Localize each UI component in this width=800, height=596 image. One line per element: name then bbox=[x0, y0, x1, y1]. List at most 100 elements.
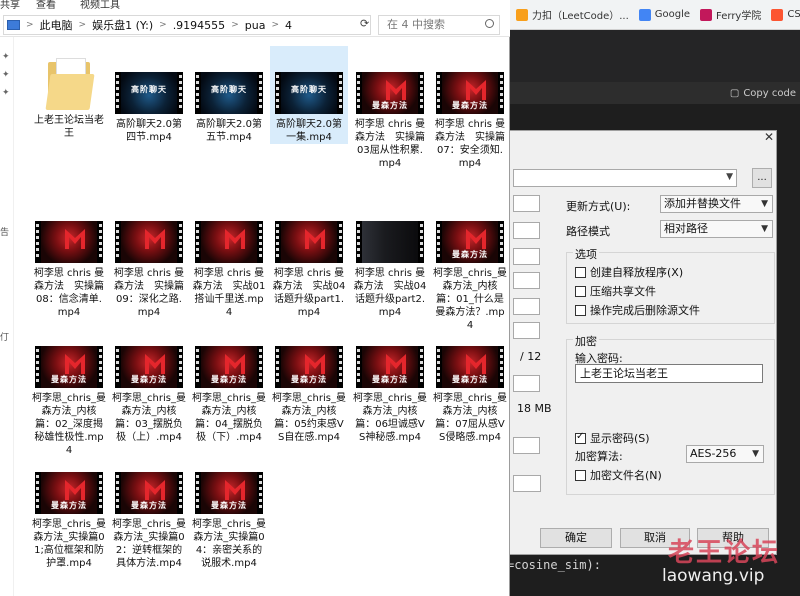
video-file-item[interactable]: 高阶聊天 高阶聊天2.0第四节.mp4 bbox=[110, 46, 188, 144]
navigation-pane[interactable]: ✦ ✦ ✦ 告 仃 bbox=[0, 37, 14, 596]
editor-header bbox=[510, 30, 800, 82]
video-thumbnail: 曼森方法 bbox=[436, 221, 504, 263]
video-file-item[interactable]: 曼森方法 柯李思_chris_曼森方法_内核篇：06坦诚感VS神秘感.mp4 bbox=[351, 320, 429, 444]
code-line: =cosine_sim): bbox=[507, 558, 601, 572]
file-name: 柯李思_chris_曼森方法_内核篇：06坦诚感VS神秘感.mp4 bbox=[353, 393, 427, 443]
breadcrumb-item[interactable]: 娱乐盘1 (Y:) bbox=[92, 17, 153, 33]
breadcrumb-item[interactable]: 此电脑 bbox=[40, 17, 73, 33]
ok-button[interactable]: 确定 bbox=[540, 528, 612, 548]
video-file-item[interactable]: 柯李思 chris 曼森方法 实操篇08：信念清单.mp4 bbox=[30, 195, 108, 319]
file-name: 高阶聊天2.0第五节.mp4 bbox=[196, 119, 262, 143]
archive-path-field[interactable]: ▼ bbox=[513, 169, 737, 187]
options-title: 选项 bbox=[573, 246, 599, 262]
close-icon[interactable]: ✕ bbox=[764, 130, 774, 144]
video-file-item[interactable]: 高阶聊天 高阶聊天2.0第五节.mp4 bbox=[190, 46, 268, 144]
video-thumbnail: 曼森方法 bbox=[35, 346, 103, 388]
params-field[interactable] bbox=[513, 475, 541, 492]
encrypt-names-checkbox[interactable]: 加密文件名(N) bbox=[575, 467, 662, 483]
tab-video-tools[interactable]: 视频工具 bbox=[80, 0, 120, 9]
video-file-item[interactable]: 柯李思 chris 曼森方法 实战04话题升级part1.mp4 bbox=[270, 195, 348, 319]
video-file-item[interactable]: 曼森方法 柯李思_chris_曼森方法_内核篇：01_什么是曼森方法？.mp4 bbox=[431, 195, 509, 332]
path-mode-select[interactable]: 相对路径 ▼ bbox=[660, 220, 773, 238]
algorithm-label: 加密算法: bbox=[575, 450, 623, 463]
encryption-title: 加密 bbox=[573, 333, 599, 349]
video-thumbnail bbox=[195, 221, 263, 263]
video-file-item[interactable]: 曼森方法 柯李思 chris 曼森方法 实操篇07：安全须知.mp4 bbox=[431, 46, 509, 170]
search-icon bbox=[485, 19, 494, 28]
file-name: 柯李思 chris 曼森方法 实操篇07：安全须知.mp4 bbox=[434, 119, 506, 169]
update-mode-select[interactable]: 添加并替换文件 ▼ bbox=[660, 195, 773, 213]
breadcrumb[interactable]: > 此电脑 > 娱乐盘1 (Y:) > .9194555 > pua > 4 bbox=[3, 15, 371, 35]
bookmark-item[interactable]: 力扣（LeetCode）... bbox=[516, 7, 629, 22]
video-file-item[interactable]: 曼森方法 柯李思_chris_曼森方法_实操篇02：逆转框架的具体方法.mp4 bbox=[110, 446, 188, 570]
chevron-down-icon: ▼ bbox=[752, 449, 759, 459]
bookmark-item[interactable]: Google bbox=[638, 8, 690, 21]
breadcrumb-item[interactable]: pua bbox=[245, 19, 266, 32]
video-file-item[interactable]: 高阶聊天高阶聊天2.0第一集.mp4 bbox=[270, 46, 348, 144]
bookmark-item[interactable]: Ferry学院 bbox=[700, 7, 761, 22]
video-thumbnail bbox=[115, 221, 183, 263]
breadcrumb-item[interactable]: 4 bbox=[285, 19, 292, 32]
thread-count: / 12 bbox=[520, 350, 542, 363]
bookmark-item[interactable]: CSDN bbox=[771, 8, 800, 21]
shared-files-checkbox[interactable]: 压缩共享文件 bbox=[575, 283, 656, 299]
nav-item-fragment[interactable]: 仃 bbox=[0, 330, 9, 343]
refresh-icon[interactable]: ⟳ bbox=[360, 17, 369, 30]
file-name: 柯李思_chris_曼森方法_内核篇：03_摆脱负极（上）.mp4 bbox=[112, 393, 186, 443]
browse-button[interactable]: ... bbox=[752, 168, 772, 188]
video-thumbnail: 曼森方法 bbox=[35, 472, 103, 514]
video-thumbnail: 曼森方法 bbox=[275, 346, 343, 388]
sfx-checkbox[interactable]: 创建自释放程序(X) bbox=[575, 264, 683, 280]
chevron-down-icon: ▼ bbox=[761, 199, 768, 209]
google-icon bbox=[638, 8, 651, 21]
tab-view[interactable]: 查看 bbox=[36, 0, 56, 9]
format-select[interactable] bbox=[513, 195, 540, 212]
video-file-item[interactable]: 柯李思 chris 曼森方法 实操篇09：深化之路.mp4 bbox=[110, 195, 188, 319]
block-select[interactable] bbox=[513, 298, 540, 315]
dict-select[interactable] bbox=[513, 248, 540, 265]
video-file-item[interactable]: 曼森方法 柯李思_chris_曼森方法_内核篇：07屈从感VS侵略感.mp4 bbox=[431, 320, 509, 444]
search-input[interactable]: 在 4 中搜索 bbox=[378, 15, 500, 35]
video-file-item[interactable]: 曼森方法 柯李思_chris_曼森方法_内核篇：05约束感VS自在感.mp4 bbox=[270, 320, 348, 444]
memory-size: 18 MB bbox=[517, 402, 552, 415]
video-file-item[interactable]: 曼森方法 柯李思_chris_曼森方法_实操篇04：亲密关系的说服术.mp4 bbox=[190, 446, 268, 570]
video-thumbnail: 高阶聊天 bbox=[115, 72, 183, 114]
video-file-item[interactable]: 柯李思 chris 曼森方法 实战04话题升级part2.mp4 bbox=[351, 195, 429, 319]
video-file-item[interactable]: 曼森方法柯李思_chris_曼森方法_实操篇01;高位框架和防护罩.mp4 bbox=[30, 446, 108, 570]
volume-select[interactable] bbox=[513, 437, 540, 454]
breadcrumb-item[interactable]: .9194555 bbox=[173, 19, 226, 32]
file-name: 高阶聊天2.0第一集.mp4 bbox=[276, 119, 342, 143]
algorithm-select[interactable]: AES-256 ▼ bbox=[686, 445, 764, 463]
tab-share[interactable]: 共享 bbox=[0, 0, 20, 9]
delete-after-checkbox[interactable]: 操作完成后删除源文件 bbox=[575, 302, 700, 318]
file-name: 柯李思_chris_曼森方法_内核篇：07屈从感VS侵略感.mp4 bbox=[433, 393, 507, 443]
leetcode-icon bbox=[516, 8, 528, 21]
video-thumbnail: 曼森方法 bbox=[195, 346, 263, 388]
ribbon-tabs: 共享 查看 视频工具 bbox=[0, 0, 510, 9]
checkbox-icon bbox=[575, 285, 586, 297]
computer-icon bbox=[7, 20, 20, 30]
ferry-icon bbox=[700, 8, 713, 21]
pin-icon: ✦ bbox=[2, 88, 10, 98]
copy-code-button[interactable]: ▢ Copy code bbox=[730, 88, 796, 99]
folder-item[interactable]: 上老王论坛当老王 bbox=[30, 46, 108, 140]
path-mode-label: 路径模式 bbox=[566, 225, 610, 238]
word-select[interactable] bbox=[513, 272, 540, 289]
video-file-item[interactable]: 曼森方法 柯李思_chris_曼森方法_内核篇：04_摆脱负极（下）.mp4 bbox=[190, 320, 268, 444]
nav-item-fragment[interactable]: 告 bbox=[0, 225, 9, 238]
password-input[interactable]: 上老王论坛当老王 bbox=[575, 364, 763, 383]
video-file-item[interactable]: 曼森方法 柯李思 chris 曼森方法 实操篇03屈从性积累.mp4 bbox=[351, 46, 429, 170]
update-mode-label: 更新方式(U): bbox=[566, 200, 631, 213]
clipboard-icon: ▢ bbox=[729, 87, 740, 99]
method-select[interactable] bbox=[513, 222, 540, 239]
video-file-item[interactable]: 曼森方法 柯李思_chris_曼森方法_内核篇：03_摆脱负极（上）.mp4 bbox=[110, 320, 188, 444]
video-file-item[interactable]: 曼森方法 柯李思_chris_曼森方法_内核篇：02_深度揭秘雄性极性.mp4 bbox=[30, 320, 108, 457]
file-name: 柯李思_chris_曼森方法_实操篇02：逆转框架的具体方法.mp4 bbox=[112, 519, 186, 569]
file-name: 柯李思_chris_曼森方法_实操篇01;高位框架和防护罩.mp4 bbox=[32, 519, 106, 569]
video-thumbnail: 高阶聊天 bbox=[275, 72, 343, 114]
csdn-icon bbox=[771, 8, 784, 21]
threads-select[interactable] bbox=[513, 322, 540, 339]
show-password-checkbox[interactable]: 显示密码(S) bbox=[575, 430, 650, 446]
chevron-down-icon: ▼ bbox=[761, 224, 768, 234]
video-file-item[interactable]: 柯李思 chris 曼森方法 实战01搭讪千里送.mp4 bbox=[190, 195, 268, 319]
